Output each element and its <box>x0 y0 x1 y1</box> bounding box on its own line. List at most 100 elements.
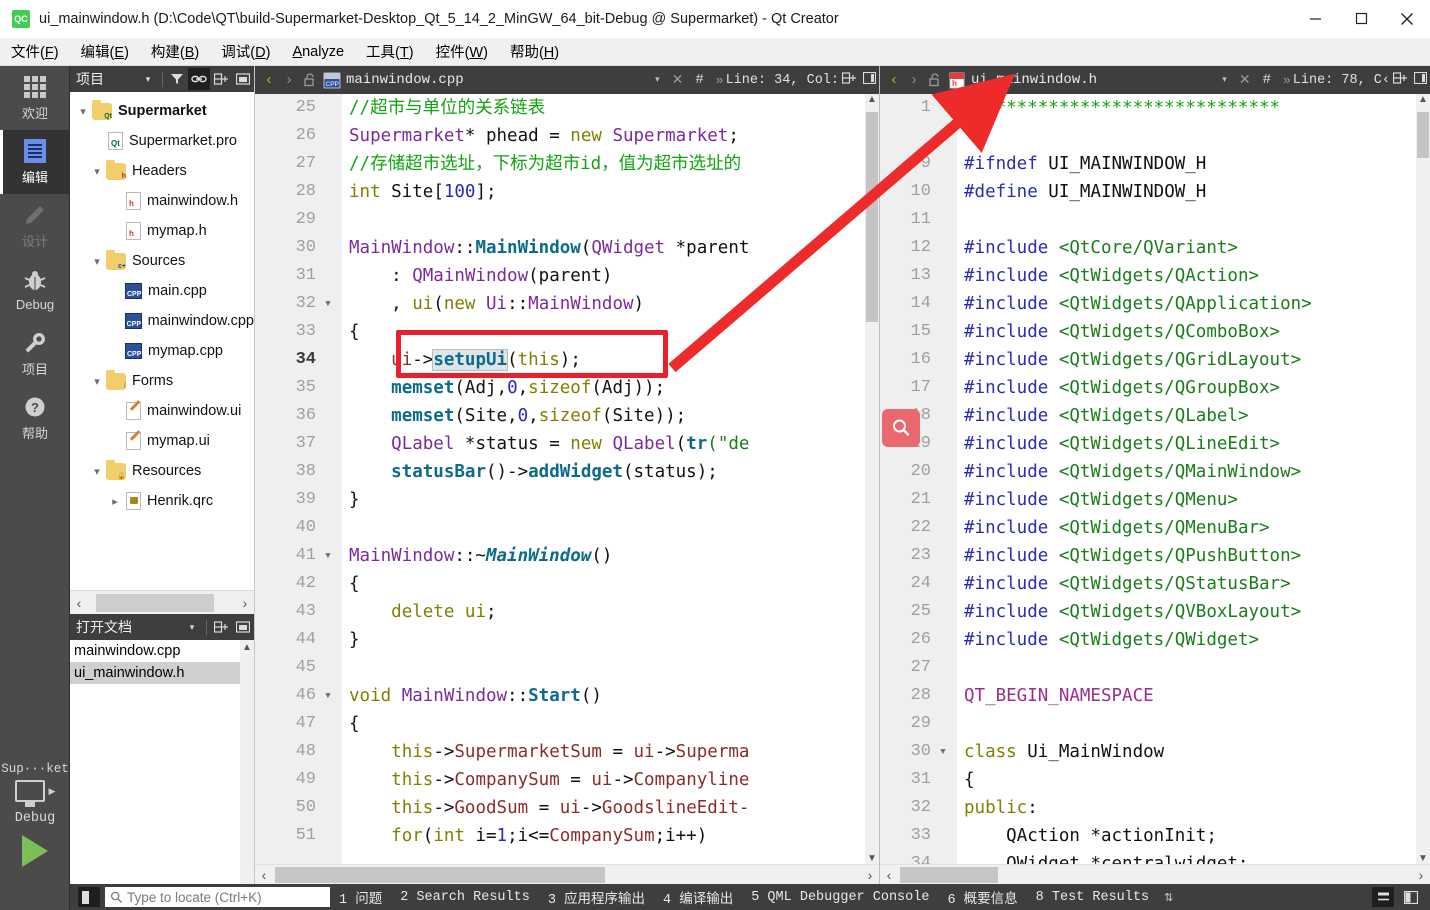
maximize-button[interactable] <box>1338 0 1384 38</box>
twisty-down-icon[interactable]: ▾ <box>88 465 106 478</box>
scroll-up-icon[interactable]: ▲ <box>240 640 254 653</box>
scroll-down-icon[interactable]: ▼ <box>1416 853 1430 864</box>
code-line[interactable] <box>343 514 879 542</box>
overflow-chevrons-icon[interactable]: » <box>1277 73 1291 88</box>
menu-item-6[interactable]: 工具(T) <box>355 38 425 65</box>
code-line[interactable]: #include <QtWidgets/QAction> <box>958 262 1430 290</box>
code-line[interactable]: #include <QtWidgets/QWidget> <box>958 626 1430 654</box>
menu-item-5[interactable]: Analyze <box>281 41 355 63</box>
code-line[interactable]: #include <QtWidgets/QMenu> <box>958 486 1430 514</box>
code-line[interactable] <box>958 654 1430 682</box>
split-icon[interactable] <box>210 616 232 638</box>
code-line[interactable]: MainWindow::~MainWindow() <box>343 542 879 570</box>
code-line[interactable]: #include <QtWidgets/QPushButton> <box>958 542 1430 570</box>
symbol-hash-icon[interactable]: # <box>1257 72 1277 88</box>
code-lines-right[interactable]: /***************************** #ifndef U… <box>958 94 1430 864</box>
code-line[interactable]: this->SupermarketSum = ui->Superma <box>343 738 879 766</box>
scroll-right-icon[interactable]: › <box>236 595 254 611</box>
tree-item-mymap-ui[interactable]: mymap.ui <box>70 426 254 456</box>
code-line[interactable]: QAction *actionInit; <box>958 822 1430 850</box>
code-line[interactable]: } <box>343 626 879 654</box>
code-line[interactable]: { <box>343 570 879 598</box>
mode-button-Debug[interactable]: Debug <box>0 258 70 322</box>
close-button[interactable] <box>1384 0 1430 38</box>
code-line[interactable]: #define UI_MAINWINDOW_H <box>958 178 1430 206</box>
tree-item-supermarket[interactable]: ▾ Qt Supermarket <box>70 96 254 126</box>
code-line[interactable]: #ifndef UI_MAINWINDOW_H <box>958 150 1430 178</box>
split-icon[interactable] <box>210 68 232 90</box>
tree-item-mymap-cpp[interactable]: CPP mymap.cpp <box>70 336 254 366</box>
menu-item-1[interactable]: 文件(F) <box>0 38 70 65</box>
tree-item-mainwindow-ui[interactable]: mainwindow.ui <box>70 396 254 426</box>
go-back-icon[interactable]: ‹ <box>884 72 904 89</box>
go-forward-icon[interactable]: › <box>279 72 299 89</box>
code-line[interactable]: delete ui; <box>343 598 879 626</box>
close-editor-icon[interactable]: ✕ <box>666 72 690 89</box>
go-back-icon[interactable]: ‹ <box>259 72 279 89</box>
code-line[interactable]: for(int i=1;i<=CompanySum;i++) <box>343 822 879 850</box>
output-pane-selector-icon[interactable]: ⇅ <box>1158 891 1179 904</box>
fold-toggle-icon[interactable]: ▼ <box>322 682 334 710</box>
scroll-down-icon[interactable]: ▼ <box>865 853 879 864</box>
hscroll-thumb[interactable] <box>900 866 998 883</box>
close-split-icon[interactable] <box>859 71 879 88</box>
menu-item-8[interactable]: 帮助(H) <box>499 38 570 65</box>
code-line[interactable]: memset(Site,0,sizeof(Site)); <box>343 402 879 430</box>
twisty-down-icon[interactable]: ▾ <box>88 165 106 178</box>
tree-item-resources[interactable]: ▾ 🔒 Resources <box>70 456 254 486</box>
scroll-up-icon[interactable]: ▲ <box>1416 94 1430 105</box>
menu-item-7[interactable]: 控件(W) <box>425 38 499 65</box>
code-line[interactable]: MainWindow::MainWindow(QWidget *parent <box>343 234 879 262</box>
output-tab-1[interactable]: 1 问题 <box>330 887 391 908</box>
code-line[interactable]: Supermarket* phead = new Supermarket; <box>343 122 879 150</box>
fold-toggle-icon[interactable]: ▼ <box>937 738 949 766</box>
code-line[interactable]: #include <QtWidgets/QComboBox> <box>958 318 1430 346</box>
close-split-icon[interactable] <box>1410 71 1430 88</box>
output-tab-2[interactable]: 2 Search Results <box>391 890 539 905</box>
code-line[interactable]: #include <QtWidgets/QLabel> <box>958 402 1430 430</box>
code-line[interactable]: //超市与单位的关系链表 <box>343 94 879 122</box>
fold-toggle-icon[interactable]: ▼ <box>322 542 334 570</box>
code-line[interactable]: { <box>958 766 1430 794</box>
fold-toggle-icon[interactable]: ▼ <box>322 290 334 318</box>
minimize-panel-icon[interactable] <box>232 616 254 638</box>
minimize-button[interactable] <box>1292 0 1338 38</box>
code-line[interactable]: QLabel *status = new QLabel(tr("de <box>343 430 879 458</box>
editor-tab-filename-left[interactable]: mainwindow.cpp <box>346 72 464 88</box>
code-line[interactable]: #include <QtWidgets/QGroupBox> <box>958 374 1430 402</box>
tree-item-supermarket-pro[interactable]: Qt Supermarket.pro <box>70 126 254 156</box>
code-lines-left[interactable]: //超市与单位的关系链表 Supermarket* phead = new Sup… <box>343 94 879 864</box>
minimize-panel-icon[interactable] <box>232 68 254 90</box>
vscroll-thumb[interactable] <box>866 112 878 322</box>
split-icon[interactable] <box>1390 71 1410 89</box>
tree-item-mymap-h[interactable]: h mymap.h <box>70 216 254 246</box>
vertical-scrollbar-right[interactable]: ▲ ▼ <box>1416 94 1430 864</box>
code-line[interactable]: #include <QtWidgets/QGridLayout> <box>958 346 1430 374</box>
code-line[interactable]: #include <QtWidgets/QStatusBar> <box>958 570 1430 598</box>
search-icon-badge[interactable] <box>882 409 920 447</box>
menu-item-2[interactable]: 编辑(E) <box>70 38 140 65</box>
hscroll-thumb[interactable] <box>96 593 214 612</box>
code-line[interactable] <box>343 654 879 682</box>
locator-input[interactable]: Type to locate (Ctrl+K) <box>105 887 330 907</box>
code-line[interactable] <box>958 206 1430 234</box>
menu-item-3[interactable]: 构建(B) <box>140 38 210 65</box>
open-document-ui-mainwindow-h[interactable]: ui_mainwindow.h <box>70 662 254 684</box>
scroll-right-icon[interactable]: › <box>1412 867 1430 883</box>
code-line[interactable]: int Site[100]; <box>343 178 879 206</box>
project-tree-hscrollbar[interactable]: ‹ › <box>70 590 254 614</box>
editor-tab-filename-right[interactable]: ui_mainwindow.h <box>971 72 1097 88</box>
code-line[interactable]: #include <QtWidgets/QMenuBar> <box>958 514 1430 542</box>
minimize-output-icon[interactable] <box>1372 887 1394 907</box>
code-line[interactable]: memset(Adj,0,sizeof(Adj)); <box>343 374 879 402</box>
hscroll-track[interactable] <box>88 591 236 614</box>
code-line[interactable]: //存储超市选址，下标为超市id，值为超市选址的 <box>343 150 879 178</box>
code-line[interactable]: /***************************** <box>958 94 1430 122</box>
code-line[interactable]: } <box>343 486 879 514</box>
tree-item-main-cpp[interactable]: CPP main.cpp <box>70 276 254 306</box>
chevron-down-icon[interactable]: ▾ <box>181 616 203 638</box>
horizontal-scrollbar-left[interactable]: ‹ › <box>255 864 879 884</box>
code-line[interactable]: this->GoodSum = ui->GoodslineEdit- <box>343 794 879 822</box>
code-line[interactable]: { <box>343 318 879 346</box>
mode-button-欢迎[interactable]: 欢迎 <box>0 66 70 130</box>
